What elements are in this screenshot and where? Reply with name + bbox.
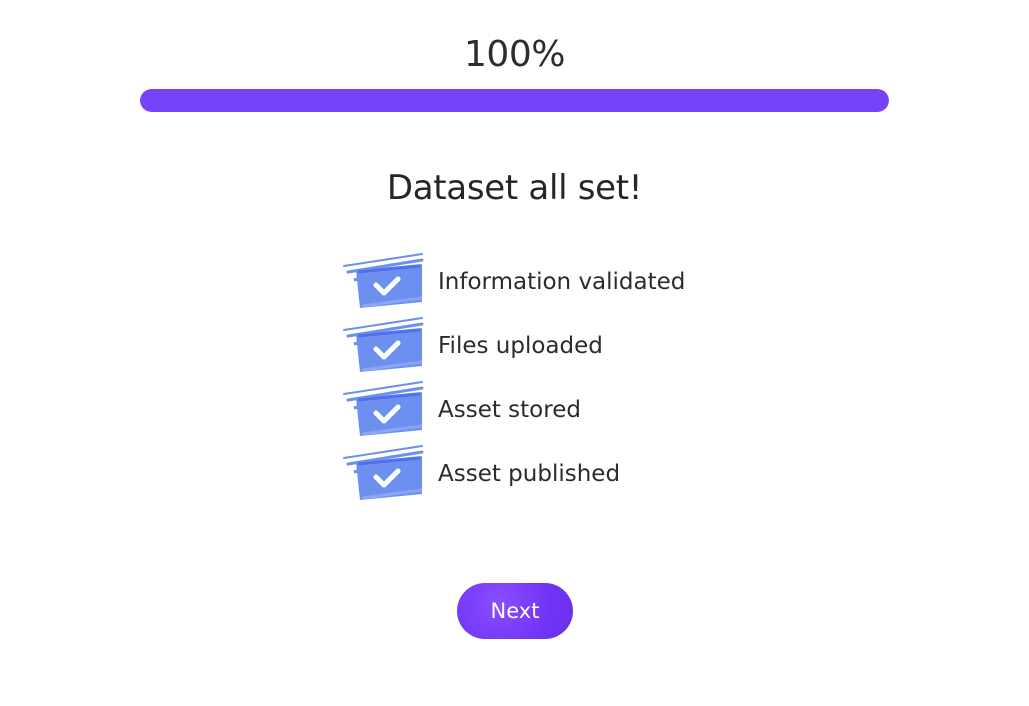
next-button[interactable]: Next — [457, 583, 573, 639]
checkbox-checked-icon — [343, 445, 424, 500]
list-item: Asset stored — [342, 378, 685, 442]
step-label: Asset published — [438, 461, 621, 487]
list-item: Information validated — [342, 250, 685, 314]
step-list: Information validated Files uploaded Ass… — [342, 250, 685, 506]
publish-complete-page: 100% Dataset all set! Information valida… — [0, 0, 1029, 706]
progress-percent: 100% — [464, 34, 565, 75]
list-item: Asset published — [342, 442, 685, 506]
checkbox-checked-icon — [343, 253, 424, 308]
step-label: Information validated — [438, 269, 686, 295]
list-item: Files uploaded — [342, 314, 685, 378]
step-label: Asset stored — [438, 397, 581, 423]
checkbox-checked-icon — [343, 317, 424, 372]
step-label: Files uploaded — [438, 333, 603, 359]
progress-bar-fill — [140, 89, 889, 112]
checkbox-checked-icon — [343, 381, 424, 436]
page-title: Dataset all set! — [386, 168, 643, 208]
progress-bar — [140, 89, 889, 112]
